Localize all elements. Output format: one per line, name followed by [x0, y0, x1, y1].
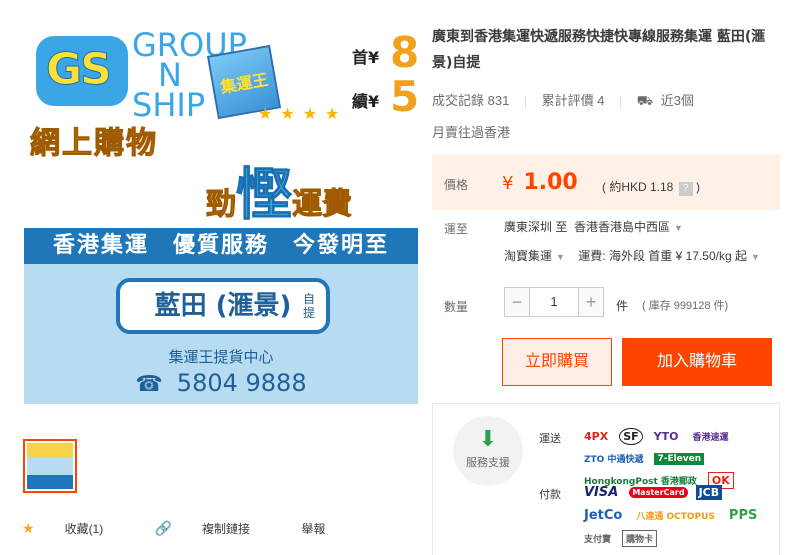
price-box: 價格 ¥1.00 ( 約HKD 1.18 ? ) — [432, 154, 780, 210]
jcb-logo: JCB — [695, 485, 723, 500]
thumbnail-1[interactable] — [23, 439, 77, 493]
alipay-logo: 支付寶 — [584, 535, 612, 545]
favorite-label: 收藏(1) — [64, 522, 104, 536]
ship-from: 廣東深圳 至 — [504, 220, 568, 234]
ship-method-row: 淘寶集運 ▼ 運費: 海外段 首重 ¥ 17.50/kg 起 ▼ — [504, 247, 760, 264]
product-title: 廣東到香港集運快遞服務快捷快專線服務集運 藍田(滙景)自提 — [432, 29, 766, 71]
seven-eleven-logo: 7-Eleven — [654, 452, 705, 465]
thumbnail-image — [27, 443, 73, 489]
link-icon: 🔗 — [154, 520, 173, 536]
sf-logo: SF — [619, 428, 643, 445]
price-amount: 1.00 — [523, 170, 578, 195]
chevron-down-icon: ▼ — [751, 252, 760, 262]
next-weight-value: 5 — [390, 72, 420, 121]
banner-self-pickup: 自提 — [302, 292, 315, 320]
records-value: 831 — [487, 93, 510, 108]
reviews-value: 4 — [597, 93, 605, 108]
service-panel: ⬇ 服務支援 運送 4PX SF YTO 香港速運 ZTO 中通快遞 7-Ele… — [432, 403, 780, 555]
pickup-banner: 香港集運 優質服務 今發明至 藍田 (滙景) 自提 集運王提貨中心 ☎ 5804 … — [24, 228, 418, 404]
first-weight-value: 8 — [390, 28, 420, 77]
ship-fee-select[interactable]: 運費: 海外段 首重 ¥ 17.50/kg 起 ▼ — [578, 249, 760, 263]
chevron-down-icon: ▼ — [674, 223, 683, 233]
qty-label: 數量 — [444, 300, 469, 314]
add-to-cart-button[interactable]: 加入購物車 — [622, 338, 772, 386]
report-button[interactable]: 舉報 — [301, 520, 349, 537]
next-weight-label: 續¥ — [352, 92, 380, 111]
price-hkd-text: ( 約HKD 1.18 — [602, 180, 674, 194]
zto-logo: ZTO 中通快遞 — [584, 455, 644, 465]
banner-phone: 5804 9888 — [176, 369, 307, 397]
ship-method-select[interactable]: 淘寶集運 ▼ — [504, 249, 565, 263]
gs-logo: GS — [36, 36, 128, 106]
help-icon[interactable]: ? — [678, 182, 693, 196]
ship-label: 運至 — [444, 222, 469, 236]
records-label: 成交記錄 — [432, 93, 485, 108]
report-label: 舉報 — [301, 522, 326, 536]
phone-icon: ☎ — [135, 372, 163, 397]
ship-fee: 運費: 海外段 首重 ¥ 17.50/kg 起 — [578, 249, 747, 263]
price-hkd: ( 約HKD 1.18 ? ) — [602, 178, 700, 196]
qty-decrease-button[interactable]: − — [504, 287, 530, 317]
shipping-label: 運送 — [539, 433, 561, 445]
price-value: ¥1.00 — [502, 170, 578, 195]
divider — [620, 95, 622, 108]
banner-headline: 香港集運 優質服務 今發明至 — [24, 228, 418, 264]
service-support-label: 服務支援 — [466, 457, 510, 469]
bag-text: 集運王 — [218, 69, 270, 98]
service-icon: ⬇ — [478, 426, 498, 451]
banner-location-box: 藍田 (滙景) 自提 — [116, 278, 330, 334]
octopus-logo: 八達通 OCTOPUS — [636, 512, 715, 522]
qty-unit: 件 — [616, 299, 629, 313]
delivery-info: 近3個 — [660, 93, 694, 108]
slogan-save-shipping: 勁慳運費 — [206, 150, 353, 231]
shipping-logos: 4PX SF YTO 香港速運 ZTO 中通快遞 7-Eleven Hongko… — [581, 428, 771, 489]
favorite-button[interactable]: ★ 收藏(1) — [22, 520, 127, 537]
qty-increase-button[interactable]: + — [578, 287, 604, 317]
first-weight-label: 首¥ — [352, 48, 380, 67]
price-currency: ¥ — [502, 173, 514, 194]
banner-center-name: 集運王提貨中心 — [168, 348, 274, 366]
quantity-stepper: − 1 + — [504, 287, 604, 317]
ship-route[interactable]: 廣東深圳 至 香港香港島中西區 ▼ — [504, 218, 683, 235]
gs-logo-text: GS — [46, 44, 113, 96]
slogan-online-shopping: 網上購物 — [30, 126, 158, 162]
jetco-logo: JetCo — [584, 508, 623, 523]
payment-logos: VISA MasterCard JCB JetCo 八達通 OCTOPUS PP… — [581, 484, 771, 547]
copy-link-label: 複制鏈接 — [202, 522, 251, 536]
chevron-down-icon: ▼ — [556, 252, 565, 262]
mastercard-logo: MasterCard — [629, 487, 688, 498]
visa-logo: VISA — [584, 485, 619, 500]
banner-location: 藍田 (滙景) — [154, 291, 292, 321]
ship-to: 香港香港島中西區 — [574, 220, 671, 234]
truck-icon: ⛟ — [636, 93, 654, 108]
ship-method: 淘寶集運 — [504, 249, 553, 263]
buy-now-button[interactable]: 立即購買 — [502, 338, 612, 386]
stock-info: ( 庫存 999128 件) — [642, 300, 729, 312]
star-icon: ★ — [22, 520, 35, 536]
product-meta: 成交記錄 831 累計評價 4 ⛟ 近3個 — [432, 90, 694, 111]
qty-input[interactable]: 1 — [530, 287, 578, 317]
payment-label: 付款 — [539, 489, 561, 501]
promo-price-tag: 首¥ 8 續¥ 5 — [352, 28, 426, 121]
hk-express-logo: 香港速運 — [692, 433, 729, 443]
slogan-post: 運費 — [292, 187, 353, 223]
image-actions: ★ 收藏(1) 🔗 複制鏈接 舉報 — [22, 520, 373, 537]
divider — [524, 95, 526, 108]
purchase-card-logo: 購物卡 — [622, 530, 658, 547]
copy-link-button[interactable]: 🔗 複制鏈接 — [155, 520, 274, 537]
slogan-big: 慳 — [236, 163, 293, 229]
stars-decoration-icon: ★★★★ — [258, 106, 348, 123]
price-label: 價格 — [444, 178, 469, 192]
price-hkd-close: ) — [696, 180, 701, 194]
reviews-label[interactable]: 累計評價 — [542, 93, 594, 108]
slogan-pre: 勁 — [206, 187, 237, 223]
main-product-image[interactable]: GS GROUP N SHIP 集運王 首¥ 8 續¥ 5 ★★★★ 網上購物 勁慳… — [8, 0, 426, 420]
yto-logo: YTO — [653, 430, 679, 443]
pps-logo: PPS — [728, 508, 758, 523]
monthly-sales-note: 月賣往過香港 — [432, 125, 511, 140]
4px-logo: 4PX — [584, 430, 609, 443]
service-support-button[interactable]: ⬇ 服務支援 — [453, 416, 523, 486]
